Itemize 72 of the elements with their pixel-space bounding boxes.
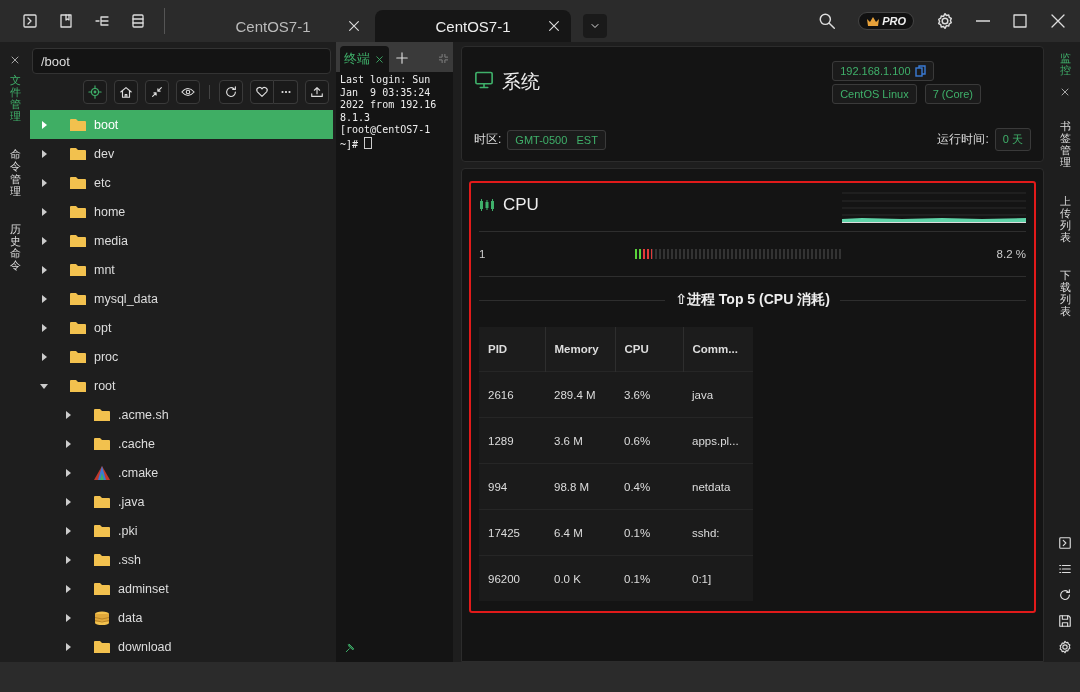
side-tab[interactable]: 监控 bbox=[1059, 52, 1071, 77]
tree-item[interactable]: adminset bbox=[30, 574, 333, 603]
tree-item[interactable]: dev bbox=[30, 139, 333, 168]
column-header[interactable]: Memory bbox=[545, 327, 615, 372]
tree-item[interactable]: mnt bbox=[30, 255, 333, 284]
terminal-line: Jan 9 03:35:24 bbox=[340, 86, 432, 99]
side-tab[interactable]: 文件管理 bbox=[9, 74, 21, 123]
tree-item[interactable]: root bbox=[30, 371, 333, 400]
side-tab[interactable]: 下载列表 bbox=[1059, 268, 1071, 318]
timezone-tag: GMT-0500 EST bbox=[507, 129, 606, 150]
table-cell: 0.1% bbox=[615, 555, 683, 601]
side-tab[interactable]: 历史命令 bbox=[9, 222, 21, 272]
terminal-line: 8.1.3 bbox=[340, 111, 372, 124]
tree-item[interactable]: proc bbox=[30, 342, 333, 371]
column-header[interactable]: PID bbox=[479, 327, 545, 372]
terminal-tab[interactable]: 终端 bbox=[340, 46, 389, 72]
section-title: 系统 bbox=[502, 70, 540, 94]
table-cell: 6.4 M bbox=[545, 509, 615, 556]
column-header[interactable]: CPU bbox=[615, 327, 683, 372]
table-cell: 17425 bbox=[479, 509, 545, 556]
timezone-label: 时区: bbox=[474, 131, 502, 148]
tree-item[interactable]: .cache bbox=[30, 429, 333, 458]
tree-item[interactable]: opt bbox=[30, 313, 333, 342]
table-cell: 98.8 M bbox=[545, 463, 615, 510]
tree-item[interactable]: .cmake bbox=[30, 458, 333, 487]
side-tab[interactable]: 书签管理 bbox=[1059, 120, 1071, 169]
tree-item[interactable]: media bbox=[30, 226, 333, 255]
section-heading: ⇧进程 Top 5 (CPU 消耗) bbox=[675, 291, 830, 309]
table-cell: 0.4% bbox=[615, 463, 683, 510]
uptime-label: 运行时间: bbox=[937, 131, 989, 148]
column-header[interactable]: Comm... bbox=[683, 327, 753, 372]
tree-item[interactable]: etc bbox=[30, 168, 333, 197]
tree-item[interactable]: download bbox=[30, 632, 333, 661]
version-tag: 7 (Core) bbox=[924, 84, 981, 104]
terminal-line: [root@CentOS7-1 bbox=[340, 124, 432, 137]
tree-item[interactable]: .java bbox=[30, 487, 333, 516]
table-cell: 0.6% bbox=[615, 417, 683, 464]
path-field[interactable]: /boot bbox=[32, 48, 331, 74]
pro-badge[interactable]: PRO bbox=[858, 12, 914, 30]
terminal-line: Last login: Sun bbox=[340, 74, 432, 87]
ip-tag: 192.168.1.100 bbox=[832, 61, 934, 81]
table-cell: 0.0 K bbox=[545, 555, 615, 601]
section-title: CPU bbox=[503, 195, 539, 215]
table-cell: 0:1] bbox=[683, 555, 753, 601]
tree-item[interactable]: home bbox=[30, 197, 333, 226]
table-cell: java bbox=[683, 371, 753, 418]
table-cell: 1289 bbox=[479, 417, 545, 464]
table-cell: 2616 bbox=[479, 371, 545, 418]
table-cell: 994 bbox=[479, 463, 545, 510]
tree-item[interactable]: .ssh bbox=[30, 545, 333, 574]
tree-item[interactable]: .acme.sh bbox=[30, 400, 333, 429]
terminal-line: ~]# bbox=[340, 136, 449, 151]
core-label: 1 bbox=[479, 248, 486, 260]
table-cell: 3.6% bbox=[615, 371, 683, 418]
tree-item[interactable]: data bbox=[30, 603, 333, 632]
cpu-reading: 8.2 % bbox=[996, 248, 1026, 260]
table-cell: sshd: bbox=[683, 509, 753, 556]
side-tab[interactable]: 上传列表 bbox=[1059, 194, 1071, 243]
uptime-tag: 0 天 bbox=[994, 128, 1031, 151]
os-tag: CentOS Linux bbox=[832, 84, 917, 104]
session-tab[interactable]: CentOS7-1 bbox=[375, 10, 571, 42]
tree-item[interactable]: .pki bbox=[30, 516, 333, 545]
side-tab[interactable]: 命令管理 bbox=[9, 148, 21, 197]
tree-item[interactable]: mysql_data bbox=[30, 284, 333, 313]
table-cell: 3.6 M bbox=[545, 417, 615, 464]
table-cell: 0.1% bbox=[615, 509, 683, 556]
table-cell: apps.pl... bbox=[683, 417, 753, 464]
table-cell: 289.4 M bbox=[545, 371, 615, 418]
table-cell: 96200 bbox=[479, 555, 545, 601]
session-tab[interactable]: CentOS7-1 bbox=[175, 10, 371, 42]
terminal-line: 2022 from 192.16 bbox=[340, 99, 438, 112]
table-cell: netdata bbox=[683, 463, 753, 510]
